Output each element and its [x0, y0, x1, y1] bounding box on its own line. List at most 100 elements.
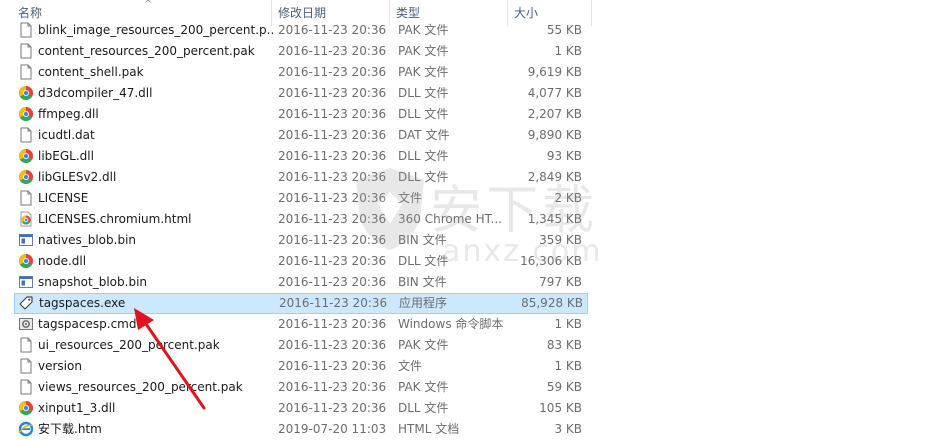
file-size: 1 KB: [554, 317, 582, 331]
file-row[interactable]: content_shell.pak 2016-11-23 20:36 PAK 文件 9…: [14, 62, 588, 83]
file-name: tagspaces.exe: [39, 296, 126, 310]
file-size: 85,928 KB: [521, 296, 583, 310]
chrome-html-icon: [18, 211, 34, 227]
file-icon: [18, 127, 34, 143]
file-size: 1 KB: [554, 44, 582, 58]
file-size: 797 KB: [539, 275, 582, 289]
file-date: 2016-11-23 20:36: [278, 128, 387, 142]
file-type: PAK 文件: [398, 65, 449, 79]
file-name: content_resources_200_percent.pak: [38, 44, 255, 58]
file-size: 83 KB: [546, 338, 582, 352]
file-name: node.dll: [38, 254, 87, 268]
file-row[interactable]: 安下载.htm 2019-07-20 11:03 HTML 文档 3 KB: [14, 419, 588, 440]
file-type: PAK 文件: [398, 23, 449, 37]
file-row[interactable]: blink_image_resources_200_percent.p... 20…: [14, 20, 588, 41]
file-name: tagspacesp.cmd: [38, 317, 137, 331]
file-size: 359 KB: [539, 233, 582, 247]
file-type: BIN 文件: [398, 233, 447, 247]
file-name: version: [38, 359, 82, 373]
file-row[interactable]: tagspacesp.cmd 2016-11-23 20:36 Windows 命令…: [14, 314, 588, 335]
bin-icon: [18, 274, 34, 290]
file-date: 2016-11-23 20:36: [278, 275, 387, 289]
file-icon: [18, 337, 34, 353]
file-date: 2016-11-23 20:36: [279, 296, 388, 310]
file-name: views_resources_200_percent.pak: [38, 380, 243, 394]
file-row[interactable]: content_resources_200_percent.pak 2016-11…: [14, 41, 588, 62]
column-type-label: 类型: [396, 6, 421, 20]
file-row[interactable]: d3dcompiler_47.dll 2016-11-23 20:36 DLL 文件…: [14, 83, 588, 104]
file-name: libGLESv2.dll: [38, 170, 117, 184]
file-type: PAK 文件: [398, 380, 449, 394]
file-date: 2016-11-23 20:36: [278, 86, 387, 100]
file-row[interactable]: node.dll 2016-11-23 20:36 DLL 文件 16,306 KB: [14, 251, 588, 272]
file-row[interactable]: tagspaces.exe 2016-11-23 20:36 应用程序 85,928 …: [14, 293, 588, 314]
column-date-label: 修改日期: [278, 6, 327, 20]
file-icon: [18, 64, 34, 80]
file-size: 3 KB: [554, 422, 582, 436]
file-type: DLL 文件: [398, 86, 449, 100]
file-row[interactable]: ui_resources_200_percent.pak 2016-11-23 2…: [14, 335, 588, 356]
ie-htm-icon: [18, 421, 34, 437]
dll-icon: [18, 253, 34, 269]
file-name: libEGL.dll: [38, 149, 94, 163]
file-name: blink_image_resources_200_percent.p...: [38, 23, 274, 37]
file-date: 2016-11-23 20:36: [278, 359, 387, 373]
column-size-label: 大小: [514, 6, 539, 20]
file-size: 1,345 KB: [527, 212, 582, 226]
file-date: 2016-11-23 20:36: [278, 107, 387, 121]
file-row[interactable]: xinput1_3.dll 2016-11-23 20:36 DLL 文件 105 K…: [14, 398, 588, 419]
file-name: ffmpeg.dll: [38, 107, 99, 121]
file-name: xinput1_3.dll: [38, 401, 116, 415]
cmd-icon: [18, 316, 34, 332]
file-date: 2016-11-23 20:36: [278, 380, 387, 394]
file-name: snapshot_blob.bin: [38, 275, 148, 289]
file-row[interactable]: LICENSES.chromium.html 2016-11-23 20:36 36…: [14, 209, 588, 230]
file-type: HTML 文档: [398, 422, 460, 436]
file-size: 9,890 KB: [527, 128, 582, 142]
file-date: 2016-11-23 20:36: [278, 317, 387, 331]
file-row[interactable]: natives_blob.bin 2016-11-23 20:36 BIN 文件 35…: [14, 230, 588, 251]
file-type: DLL 文件: [398, 170, 449, 184]
file-type: 文件: [398, 191, 423, 205]
file-date: 2016-11-23 20:36: [278, 401, 387, 415]
file-row[interactable]: ffmpeg.dll 2016-11-23 20:36 DLL 文件 2,207 KB: [14, 104, 588, 125]
file-type: 应用程序: [399, 296, 448, 310]
file-date: 2016-11-23 20:36: [278, 149, 387, 163]
file-type: Windows 命令脚本: [398, 317, 504, 331]
file-type: DLL 文件: [398, 149, 449, 163]
file-size: 59 KB: [546, 380, 582, 394]
file-date: 2016-11-23 20:36: [278, 191, 387, 205]
file-type: 文件: [398, 359, 423, 373]
file-row[interactable]: LICENSE 2016-11-23 20:36 文件 2 KB: [14, 188, 588, 209]
file-size: 2,207 KB: [527, 107, 582, 121]
file-type: DAT 文件: [398, 128, 450, 142]
file-row[interactable]: version 2016-11-23 20:36 文件 1 KB: [14, 356, 588, 377]
file-icon: [18, 358, 34, 374]
file-size: 2 KB: [554, 191, 582, 205]
file-date: 2019-07-20 11:03: [278, 422, 387, 436]
file-name: LICENSES.chromium.html: [38, 212, 192, 226]
file-row[interactable]: libEGL.dll 2016-11-23 20:36 DLL 文件 93 KB: [14, 146, 588, 167]
file-date: 2016-11-23 20:36: [278, 338, 387, 352]
file-name: content_shell.pak: [38, 65, 144, 79]
file-size: 4,077 KB: [527, 86, 582, 100]
dll-icon: [18, 169, 34, 185]
file-icon: [18, 379, 34, 395]
file-type: DLL 文件: [398, 254, 449, 268]
file-row[interactable]: icudtl.dat 2016-11-23 20:36 DAT 文件 9,890 KB: [14, 125, 588, 146]
file-date: 2016-11-23 20:36: [278, 254, 387, 268]
file-row[interactable]: views_resources_200_percent.pak 2016-11-2…: [14, 377, 588, 398]
dll-icon: [18, 106, 34, 122]
file-name: icudtl.dat: [38, 128, 95, 142]
file-type: BIN 文件: [398, 275, 447, 289]
bin-icon: [18, 232, 34, 248]
file-type: PAK 文件: [398, 44, 449, 58]
file-name: d3dcompiler_47.dll: [38, 86, 153, 100]
file-row[interactable]: snapshot_blob.bin 2016-11-23 20:36 BIN 文件 7…: [14, 272, 588, 293]
file-date: 2016-11-23 20:36: [278, 44, 387, 58]
file-size: 2,849 KB: [527, 170, 582, 184]
file-row[interactable]: libGLESv2.dll 2016-11-23 20:36 DLL 文件 2,849…: [14, 167, 588, 188]
dll-icon: [18, 148, 34, 164]
file-date: 2016-11-23 20:36: [278, 170, 387, 184]
dll-icon: [18, 85, 34, 101]
